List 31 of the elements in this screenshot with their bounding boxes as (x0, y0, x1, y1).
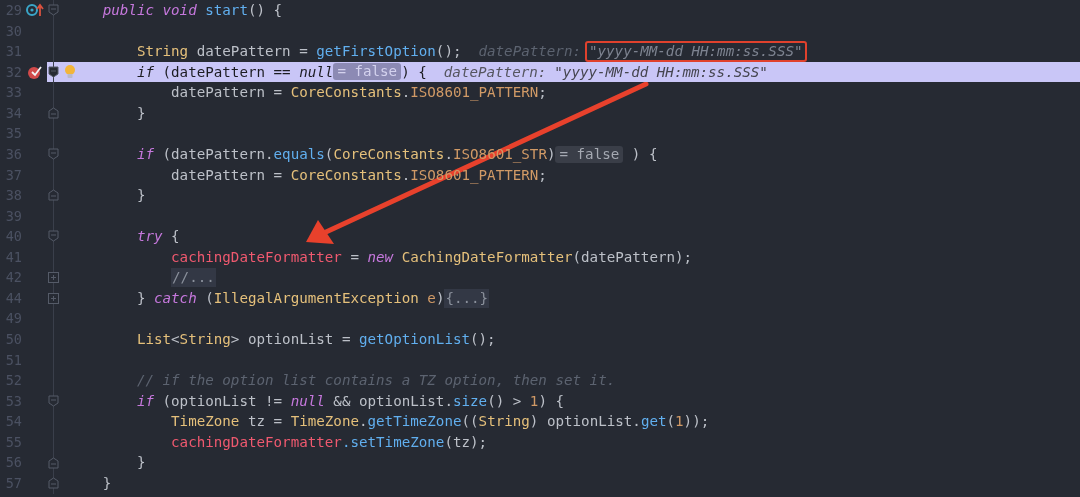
inline-value: = false (555, 145, 624, 163)
code-text: datePattern = CoreConstants.ISO8601_PATTERN; (171, 83, 547, 103)
code-text: if (datePattern == null (136, 62, 334, 82)
code-text: } (136, 453, 146, 473)
code-text: // if the option list contains a TZ option, then set it. (136, 371, 616, 391)
code-text: cachingDateFormatter = new CachingDateFormatter(datePattern); (171, 247, 693, 267)
code-text: String datePattern = getFirstOption(); (136, 42, 462, 62)
code-text: } catch (IllegalArgumentException e) (136, 288, 445, 308)
debug-variable-value: "yyyy-MM-dd HH:mm:ss.SSS" (554, 63, 768, 80)
code-text: } (102, 473, 112, 493)
expand-icon[interactable] (48, 292, 59, 304)
override-icon[interactable] (25, 3, 44, 18)
code-text: List<String> optionList = getOptionList(); (136, 330, 496, 349)
code-text: cachingDateFormatter.setTimeZone(tz); (171, 432, 488, 452)
inline-value: = false (333, 63, 402, 81)
expand-icon[interactable] (48, 272, 59, 284)
code-text: } (136, 186, 146, 206)
folded-code[interactable]: //... (171, 268, 216, 288)
debug-variable-name: datePattern: (478, 43, 581, 60)
code-text: ) { (401, 62, 427, 82)
debug-variable-name: datePattern: (443, 63, 547, 80)
fold-icon[interactable] (48, 65, 59, 78)
folded-code[interactable]: {...} (444, 288, 490, 308)
code-text: TimeZone tz = TimeZone.getTimeZone((String) optionList.get(1)); (171, 412, 710, 432)
lightbulb-icon[interactable] (64, 63, 76, 80)
debug-variable-value: "yyyy-MM-dd HH:mm:ss.SSS" (585, 40, 807, 62)
code-text: try { (136, 227, 180, 247)
code-text: } (136, 103, 146, 123)
code-text: public void start() { (102, 1, 283, 20)
code-text: if (optionList != null && optionList.size() > 1) { (136, 391, 564, 411)
code-text: ) { (630, 144, 658, 164)
